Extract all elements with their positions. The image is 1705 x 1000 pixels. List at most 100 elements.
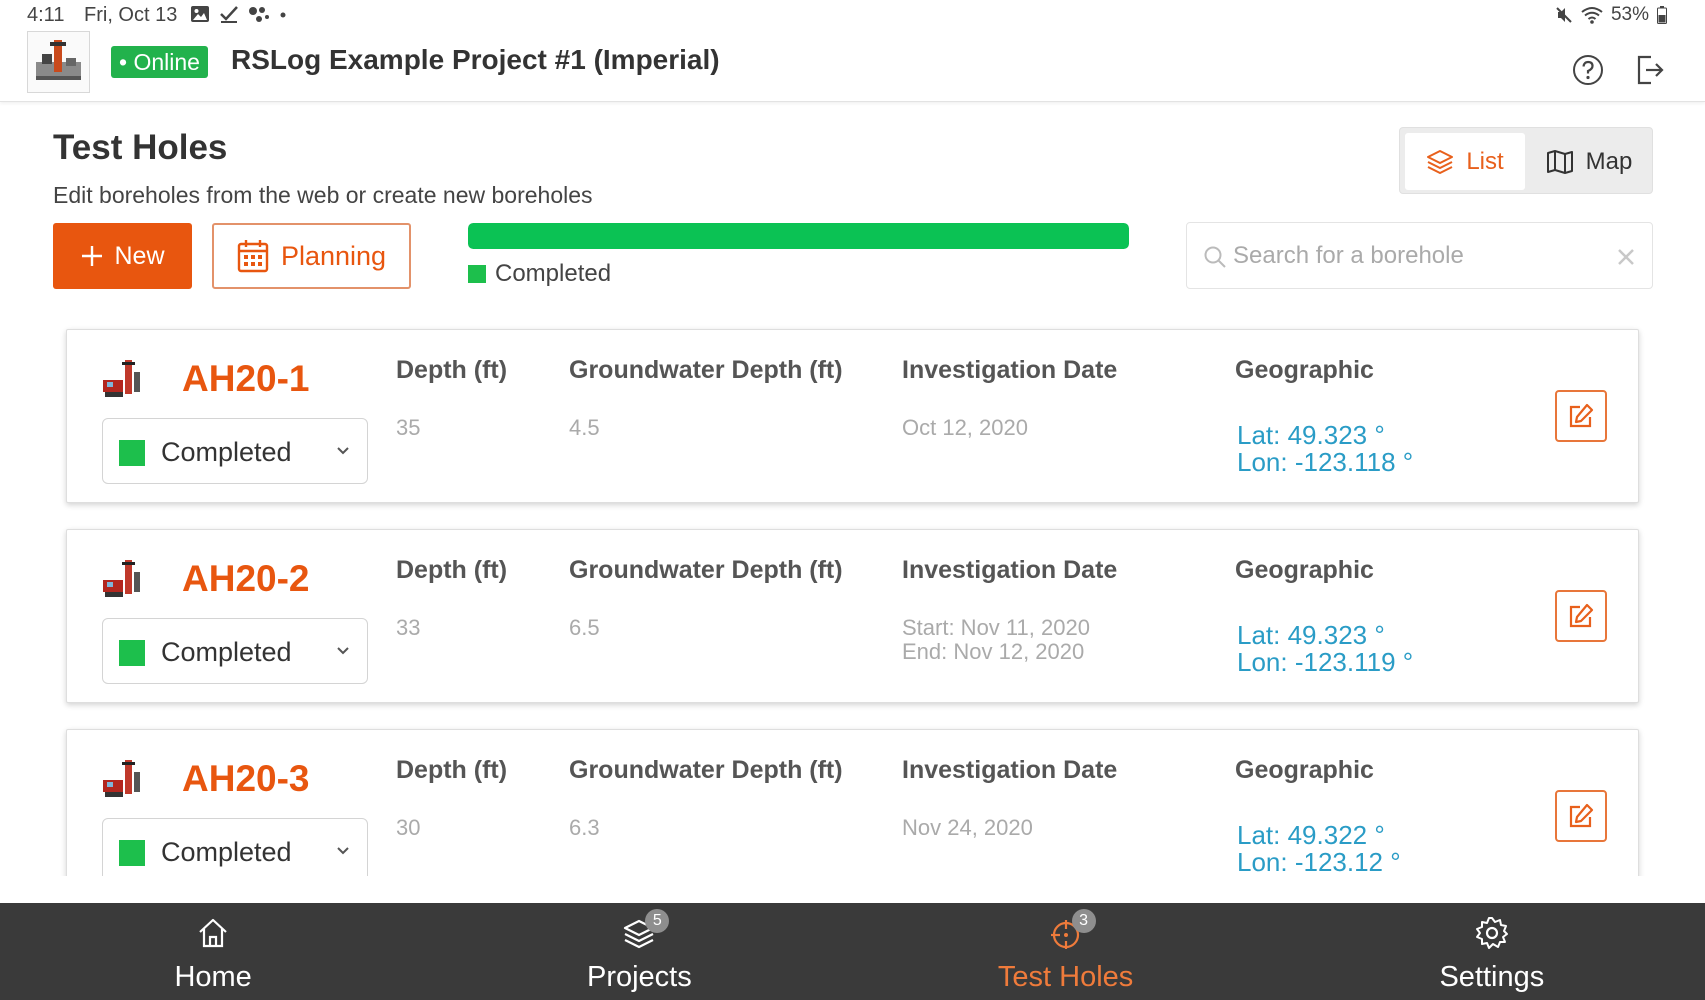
geographic-header: Geographic	[1235, 556, 1374, 584]
date-line: Nov 24, 2020	[902, 815, 1033, 840]
logout-button[interactable]	[1635, 54, 1665, 86]
search-input[interactable]	[1233, 235, 1593, 277]
coordinates: Lat: 49.322 ° Lon: -123.12 °	[1237, 822, 1401, 876]
map-view-button[interactable]: Map	[1530, 133, 1648, 190]
completion-progress-bar	[468, 223, 1129, 249]
system-indicators: 53%	[1555, 4, 1667, 26]
calendar-icon	[237, 240, 269, 273]
app-logo	[27, 31, 90, 93]
date-value: Nov 24, 2020	[902, 816, 1033, 840]
help-button[interactable]	[1572, 54, 1604, 86]
battery-icon	[1657, 6, 1667, 24]
borehole-card[interactable]: AH20-2 Completed Depth (ft) Groundwater Dep…	[66, 529, 1639, 703]
mute-icon	[1556, 7, 1572, 23]
wifi-icon	[1581, 7, 1603, 24]
search-icon	[1204, 246, 1226, 268]
completion-progress-fill	[468, 223, 1129, 249]
status-dropdown[interactable]: Completed	[102, 618, 368, 684]
latitude: Lat: 49.323 °	[1237, 620, 1385, 650]
latitude: Lat: 49.323 °	[1237, 420, 1385, 450]
borehole-name[interactable]: AH20-1	[182, 358, 310, 400]
nav-home-label: Home	[174, 961, 252, 993]
project-title: RSLog Example Project #1 (Imperial)	[231, 44, 720, 75]
app-dots-icon	[249, 7, 269, 22]
borehole-name[interactable]: AH20-2	[182, 558, 310, 600]
status-bar: 4:11 Fri, Oct 13 53%	[0, 0, 1705, 30]
nav-projects[interactable]: 5 Projects	[426, 903, 852, 1000]
groundwater-value: 6.3	[569, 815, 600, 840]
app-header: • Online RSLog Example Project #1 (Imper…	[0, 30, 1705, 102]
chevron-down-icon	[337, 647, 349, 655]
planning-button-label: Planning	[280, 240, 387, 271]
borehole-list: AH20-1 Completed Depth (ft) Groundwater Dep…	[0, 320, 1705, 876]
completed-swatch	[468, 265, 486, 283]
edit-button[interactable]	[1555, 590, 1607, 642]
status-label: Completed	[161, 837, 292, 867]
gallery-icon	[191, 6, 209, 22]
status-label: Completed	[161, 437, 292, 467]
edit-button[interactable]	[1555, 390, 1607, 442]
chevron-down-icon	[337, 847, 349, 855]
new-button-label: New	[114, 241, 165, 270]
borehole-card[interactable]: AH20-3 Completed Depth (ft) Groundwater Dep…	[66, 729, 1639, 876]
more-dot-icon	[280, 12, 286, 18]
clear-search-icon[interactable]	[1615, 246, 1637, 268]
groundwater-value: 6.5	[569, 615, 600, 640]
map-icon	[1546, 149, 1573, 174]
latitude: Lat: 49.322 °	[1237, 820, 1385, 850]
test-holes-count-badge: 3	[1071, 909, 1096, 933]
online-label: Online	[133, 49, 200, 75]
map-view-label: Map	[1585, 147, 1633, 175]
geographic-header: Geographic	[1235, 356, 1374, 384]
edit-icon	[1569, 403, 1594, 428]
status-dropdown[interactable]: Completed	[102, 818, 368, 876]
nav-projects-label: Projects	[586, 961, 692, 993]
geographic-header: Geographic	[1235, 756, 1374, 784]
page-subtitle: Edit boreholes from the web or create ne…	[53, 182, 593, 208]
depth-value: 35	[396, 415, 421, 440]
status-swatch	[119, 640, 145, 666]
search-box	[1186, 222, 1653, 289]
depth-value: 30	[396, 815, 421, 840]
status-swatch	[119, 840, 145, 866]
notification-icons	[190, 5, 287, 23]
coordinates: Lat: 49.323 ° Lon: -123.118 °	[1237, 422, 1413, 476]
borehole-name[interactable]: AH20-3	[182, 758, 310, 800]
new-borehole-button[interactable]: New	[53, 223, 192, 289]
date-header: Investigation Date	[902, 356, 1118, 384]
status-time: 4:11	[27, 4, 65, 26]
page-title: Test Holes	[53, 128, 228, 167]
online-badge: • Online	[111, 46, 208, 78]
list-view-button[interactable]: List	[1405, 133, 1525, 190]
gear-icon	[1475, 917, 1508, 949]
battery-percent: 53%	[1610, 4, 1649, 25]
status-label: Completed	[161, 637, 292, 667]
drill-rig-logo-icon	[36, 40, 81, 80]
longitude: Lon: -123.118 °	[1237, 447, 1414, 477]
projects-count-badge: 5	[645, 909, 670, 933]
date-value: Oct 12, 2020	[902, 416, 1028, 440]
edit-button[interactable]	[1555, 790, 1607, 842]
edit-icon	[1569, 603, 1594, 628]
longitude: Lon: -123.12 °	[1237, 847, 1401, 876]
task-check-icon	[220, 6, 238, 23]
bottom-nav: Home 5 Projects 3 Test Holes Settings	[0, 903, 1705, 1000]
groundwater-value: 4.5	[569, 415, 600, 440]
longitude: Lon: -123.119 °	[1237, 647, 1414, 677]
progress-legend: Completed	[468, 260, 611, 288]
date-header: Investigation Date	[902, 756, 1118, 784]
view-toggle: List Map	[1399, 127, 1653, 194]
date-header: Investigation Date	[902, 556, 1118, 584]
home-icon	[199, 918, 227, 948]
borehole-card[interactable]: AH20-1 Completed Depth (ft) Groundwater Dep…	[66, 329, 1639, 503]
date-line: Oct 12, 2020	[902, 415, 1028, 440]
nav-home[interactable]: Home	[0, 903, 426, 1000]
groundwater-header: Groundwater Depth (ft)	[569, 556, 843, 584]
status-dropdown[interactable]: Completed	[102, 418, 368, 484]
depth-value: 33	[396, 615, 421, 640]
status-date: Fri, Oct 13	[84, 4, 178, 26]
planning-button[interactable]: Planning	[212, 223, 411, 289]
nav-test-holes[interactable]: 3 Test Holes	[853, 903, 1279, 1000]
nav-settings[interactable]: Settings	[1279, 903, 1705, 1000]
date-value: Start: Nov 11, 2020 End: Nov 12, 2020	[902, 616, 1090, 664]
